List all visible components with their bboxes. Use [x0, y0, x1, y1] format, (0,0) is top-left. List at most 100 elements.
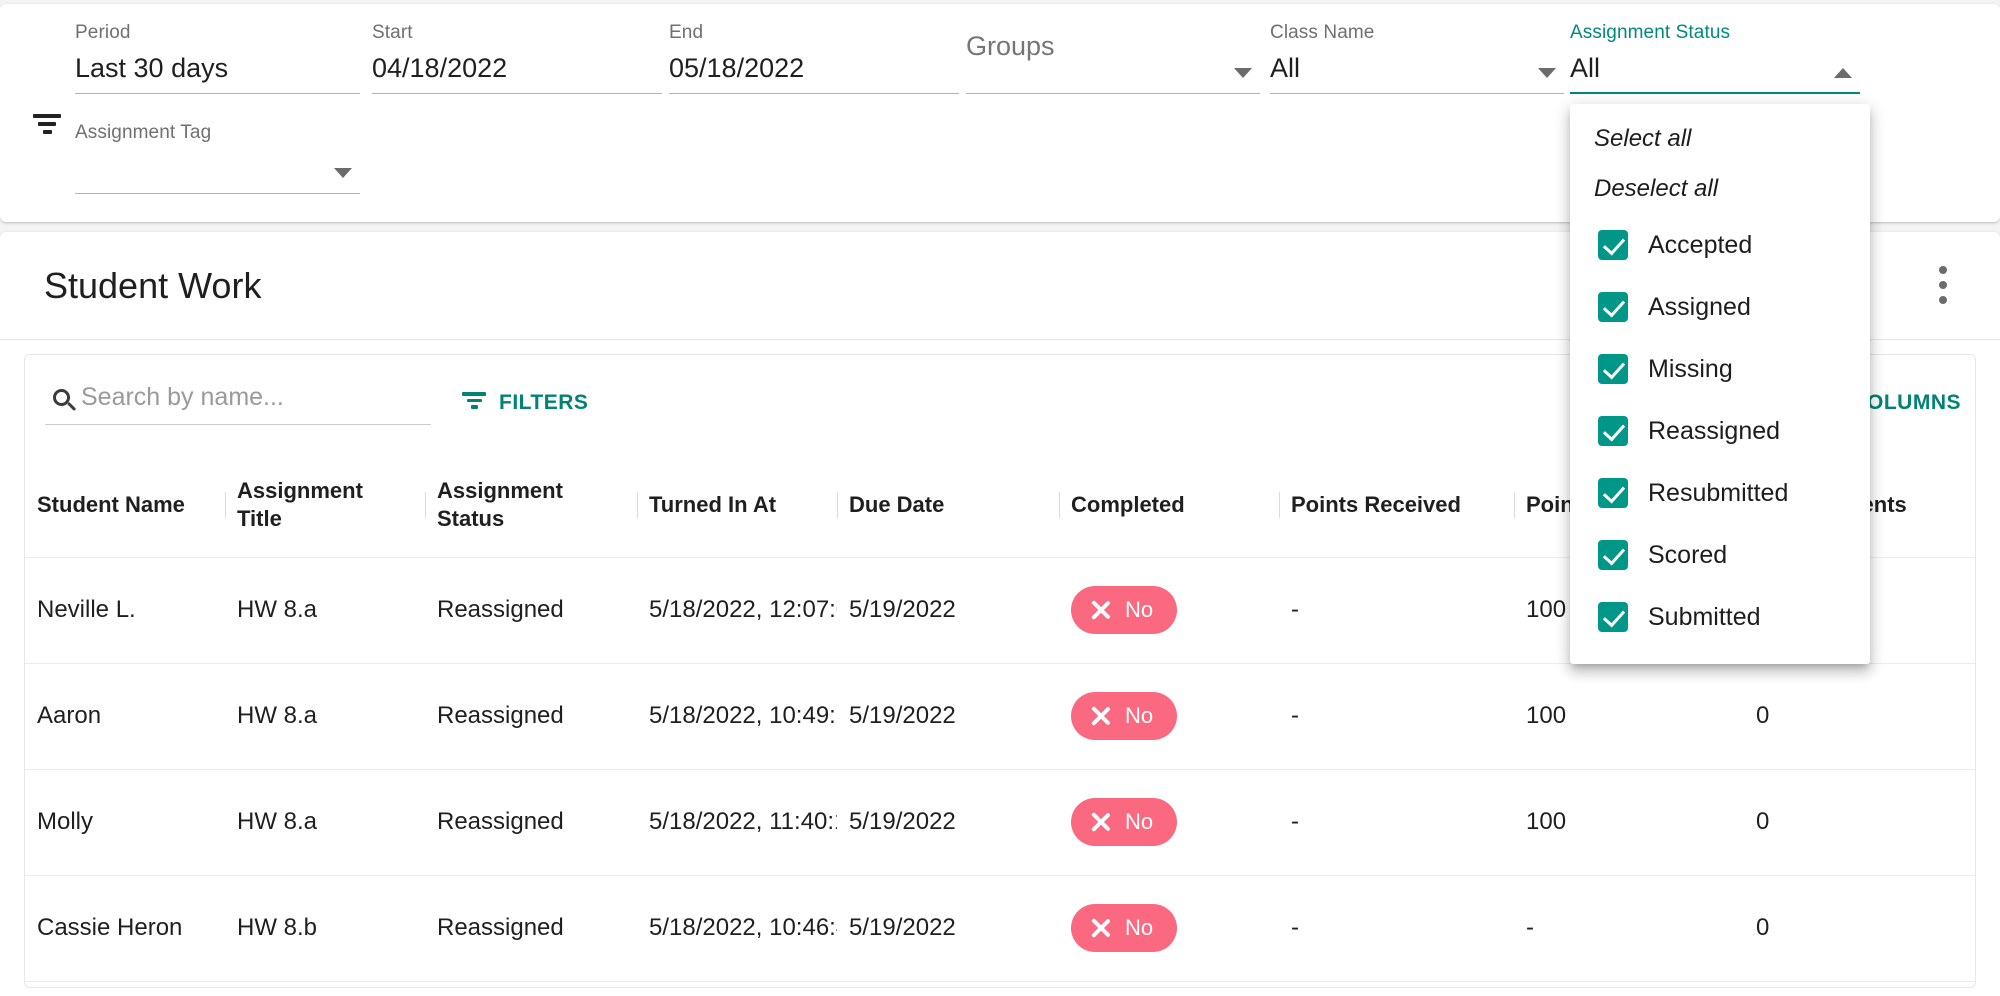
status-option-accepted[interactable]: Accepted [1570, 214, 1870, 276]
period-label: Period [75, 22, 131, 43]
groups-select[interactable]: Groups [966, 22, 1260, 94]
col-points-received[interactable]: Points Received [1279, 453, 1514, 558]
table-row[interactable]: VeronicaHW 8.bAccepted5/12/2022, 10:56:5… [25, 981, 1975, 987]
status-badge-no: No [1071, 692, 1178, 740]
start-date-value: 04/18/2022 [372, 53, 508, 83]
status-option-unsubmitted[interactable]: Unsubmitted [1570, 648, 1870, 664]
filters-button-label: FILTERS [499, 391, 589, 414]
status-badge-label: No [1125, 597, 1154, 622]
cell-points-received: - [1279, 663, 1514, 770]
col-turned-in-at-label: Turned In At [649, 491, 777, 517]
cell-student-name: Veronica [25, 981, 225, 987]
end-date-value: 05/18/2022 [669, 53, 805, 83]
cell-completed: No [1059, 875, 1279, 982]
status-badge-no: No [1071, 586, 1178, 634]
cell-attachments: 0 [1744, 663, 1975, 770]
cell-assignment-title: HW 8.a [225, 557, 425, 664]
status-badge-no: No [1071, 904, 1178, 952]
cell-assignment-title: HW 8.b [225, 981, 425, 987]
col-assignment-title[interactable]: Assignment Title [225, 453, 425, 558]
search-icon [53, 389, 77, 413]
assignment-tag-label: Assignment Tag [75, 122, 212, 143]
cell-assignment-status: Reassigned [425, 769, 637, 876]
cell-turned-in-at: 5/18/2022, 12:07:0 [637, 557, 837, 664]
col-completed-label: Completed [1071, 491, 1185, 517]
cell-assignment-status: Reassigned [425, 663, 637, 770]
cell-completed: Yes [1059, 981, 1279, 987]
assignment-status-label: Assignment Status [1570, 22, 1731, 43]
period-field[interactable]: Period Last 30 days [75, 22, 360, 94]
cell-points-received: - [1279, 875, 1514, 982]
assignment-tag-underline [75, 193, 360, 194]
tune-icon [30, 114, 64, 144]
col-due-date-label: Due Date [849, 491, 945, 517]
status-option-label: Accepted [1648, 230, 1753, 259]
assignment-status-dropdown: Select all Deselect all Accepted Assigned… [1570, 104, 1870, 664]
cell-attachments: 0 [1744, 875, 1975, 982]
checkbox-checked-icon[interactable] [1598, 230, 1628, 260]
start-date-field[interactable]: Start 04/18/2022 [372, 22, 662, 94]
status-badge-label: No [1125, 915, 1154, 940]
status-option-scored[interactable]: Scored [1570, 524, 1870, 586]
col-completed[interactable]: Completed [1059, 453, 1279, 558]
assignment-tag-select[interactable]: Assignment Tag [75, 122, 360, 194]
close-icon [1089, 704, 1113, 728]
cell-turned-in-at: 5/12/2022, 10:56:5 [637, 981, 837, 987]
checkbox-checked-icon[interactable] [1598, 478, 1628, 508]
status-badge-no: No [1071, 798, 1178, 846]
end-date-field[interactable]: End 05/18/2022 [669, 22, 959, 94]
col-student-name-label: Student Name [37, 491, 185, 517]
cell-assignment-status: Accepted [425, 981, 637, 987]
cell-due-date: 5/19/2022 [837, 875, 1059, 982]
search-field[interactable] [45, 381, 431, 425]
col-points-received-label: Points Received [1291, 491, 1461, 517]
cell-turned-in-at: 5/18/2022, 11:40:1 [637, 769, 837, 876]
table-row[interactable]: Aaron HW 8.a Reassigned 5/18/2022, 10:49:1 5… [25, 663, 1975, 770]
chevron-up-icon-assignment-status[interactable] [1834, 68, 1852, 78]
start-date-label: Start [372, 22, 413, 43]
more-options-icon[interactable] [1930, 266, 1956, 310]
chevron-down-icon-groups[interactable] [1234, 68, 1252, 78]
status-option-label: Submitted [1648, 602, 1761, 631]
chevron-down-icon-assignment-tag[interactable] [334, 168, 352, 178]
status-option-reassigned[interactable]: Reassigned [1570, 400, 1870, 462]
checkbox-checked-icon[interactable] [1598, 540, 1628, 570]
search-input[interactable] [45, 381, 431, 425]
checkbox-checked-icon[interactable] [1598, 292, 1628, 322]
col-due-date[interactable]: Due Date [837, 453, 1059, 558]
cell-completed: No [1059, 557, 1279, 664]
cell-student-name: Neville L. [25, 557, 225, 664]
period-underline [75, 93, 360, 94]
status-option-assigned[interactable]: Assigned [1570, 276, 1870, 338]
col-student-name[interactable]: Student Name [25, 453, 225, 558]
col-assignment-status[interactable]: Assignment Status [425, 453, 637, 558]
cell-assignment-status: Reassigned [425, 557, 637, 664]
status-options-list: Accepted Assigned Missing Reassigned Resubmi… [1570, 214, 1870, 664]
filters-button[interactable]: FILTERS [461, 391, 588, 415]
cell-points-received: - [1279, 557, 1514, 664]
status-option-missing[interactable]: Missing [1570, 338, 1870, 400]
select-all-option[interactable]: Select all [1570, 114, 1870, 164]
chevron-down-icon-class-name[interactable] [1538, 68, 1556, 78]
checkbox-checked-icon[interactable] [1598, 602, 1628, 632]
checkbox-checked-icon[interactable] [1598, 416, 1628, 446]
close-icon [1089, 916, 1113, 940]
col-turned-in-at[interactable]: Turned In At [637, 453, 837, 558]
class-name-select[interactable]: Class Name All [1270, 22, 1564, 94]
filter-icon [461, 392, 487, 414]
cell-assignment-status: Reassigned [425, 875, 637, 982]
table-row[interactable]: Cassie Heron HW 8.b Reassigned 5/18/2022, 1… [25, 875, 1975, 982]
status-option-resubmitted[interactable]: Resubmitted [1570, 462, 1870, 524]
status-option-submitted[interactable]: Submitted [1570, 586, 1870, 648]
table-row[interactable]: Molly HW 8.a Reassigned 5/18/2022, 11:40:1 5… [25, 769, 1975, 876]
class-name-label: Class Name [1270, 22, 1375, 43]
status-option-label: Missing [1648, 354, 1733, 383]
checkbox-checked-icon[interactable] [1598, 354, 1628, 384]
status-badge-label: No [1125, 703, 1154, 728]
deselect-all-option[interactable]: Deselect all [1570, 164, 1870, 214]
cell-attachments: 0 [1744, 981, 1975, 987]
assignment-status-select[interactable]: Assignment Status All [1570, 22, 1860, 94]
status-badge-label: No [1125, 809, 1154, 834]
cell-points-possible: 100 [1514, 663, 1744, 770]
status-option-label: Reassigned [1648, 416, 1781, 445]
